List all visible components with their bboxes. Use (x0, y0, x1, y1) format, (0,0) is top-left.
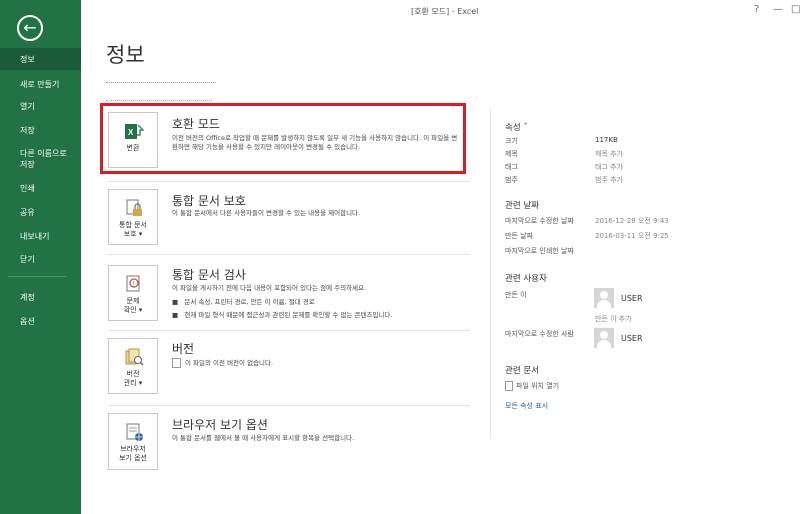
backstage-sidebar: ← 정보 새로 만들기 열기 저장 다른 이름으로 저장 인쇄 공유 내보내기 … (0, 0, 81, 514)
section-divider (108, 181, 470, 182)
add-author-link[interactable]: 만든 이 추가 (595, 314, 632, 324)
open-file-location-text: 파일 위치 열기 (516, 382, 560, 390)
avatar (594, 328, 614, 348)
versions-icon (125, 348, 144, 366)
nav-close[interactable]: 닫기 (0, 254, 81, 265)
nav-info[interactable]: 정보 (0, 48, 81, 70)
section-divider (108, 330, 470, 331)
nav-options[interactable]: 옵션 (0, 316, 81, 327)
protect-workbook-button[interactable]: 통합 문서 보호 ▾ (108, 189, 158, 245)
inspect-bullet: ■ 현재 파일 형식 때문에 접근성과 관련된 문제를 확인할 수 없는 콘텐츠… (172, 311, 393, 319)
modified-date-value: 2016-12-28 오전 9:43 (595, 217, 669, 225)
title-bar: [호환 모드] - Excel ? — □ (81, 0, 800, 22)
modified-by-name[interactable]: USER (621, 334, 643, 343)
window-title: [호환 모드] - Excel (411, 7, 479, 16)
section-title-versions: 버전 (172, 342, 195, 356)
inspect-bullet-text: 문서 속성, 프린터 경로, 만든 이 이름, 절대 경로 (184, 298, 315, 306)
related-dates-heading: 관련 날짜 (505, 201, 539, 211)
browser-view-icon (126, 423, 143, 441)
nav-save-as[interactable]: 다른 이름으로 저장 (0, 148, 81, 170)
nav-share[interactable]: 공유 (0, 207, 81, 218)
nav-print[interactable]: 인쇄 (0, 183, 81, 194)
author-name[interactable]: USER (621, 294, 643, 303)
created-date-value: 2016-03-11 오전 9:25 (595, 232, 669, 240)
date-label: 마지막으로 수정한 날짜 (505, 217, 574, 225)
prop-label: 크기 (505, 137, 518, 145)
help-icon[interactable]: ? (754, 4, 759, 15)
restore-icon[interactable]: □ (791, 4, 800, 15)
back-arrow-icon[interactable]: ← (17, 15, 43, 41)
browser-view-options-button[interactable]: 브라우저 보기 옵션 (108, 413, 158, 470)
nav-account[interactable]: 계정 (0, 292, 81, 303)
section-desc-inspect: 이 파일을 게시하기 전에 다음 내용이 포함되어 있다는 점에 주의하세요. (172, 284, 367, 292)
column-divider (490, 108, 491, 438)
section-divider (108, 254, 470, 255)
highlight-box (100, 103, 466, 174)
check-issues-label: 문제 확인 ▾ (123, 297, 143, 314)
protect-workbook-label: 통합 문서 보호 ▾ (119, 221, 147, 238)
nav-open[interactable]: 열기 (0, 101, 81, 112)
related-docs-heading: 관련 문서 (505, 366, 539, 376)
page-title: 정보 (106, 43, 145, 67)
avatar (594, 288, 614, 308)
section-title-protect: 통합 문서 보호 (172, 194, 246, 208)
date-label: 만든 날짜 (505, 232, 533, 240)
section-title-browser: 브라우저 보기 옵션 (172, 418, 268, 432)
prop-size-value: 117KB (595, 136, 618, 144)
nav-export[interactable]: 내보내기 (0, 231, 81, 242)
prop-tags-input[interactable]: 태그 추가 (595, 162, 623, 172)
nav-new[interactable]: 새로 만들기 (0, 79, 81, 90)
properties-heading[interactable]: 속성 ˇ (505, 121, 528, 133)
prop-label: 태그 (505, 163, 518, 171)
minimize-icon[interactable]: — (773, 4, 783, 15)
open-file-location-link[interactable]: 파일 위치 열기 (505, 381, 559, 391)
clipped-heading (106, 77, 216, 83)
document-icon (172, 358, 181, 368)
manage-versions-label: 버전 관리 ▾ (123, 370, 143, 387)
prop-label: 제목 (505, 150, 518, 158)
file-icon (505, 381, 513, 391)
browser-view-options-label: 브라우저 보기 옵션 (119, 445, 147, 462)
check-issues-button[interactable]: ! 문제 확인 ▾ (108, 265, 158, 321)
manage-versions-button[interactable]: 버전 관리 ▾ (108, 338, 158, 394)
author-label: 만든 이 (505, 291, 527, 299)
modified-by-label: 마지막으로 수정한 사람 (505, 330, 574, 338)
versions-desc-text: 이 파일의 이전 버전이 없습니다. (185, 359, 274, 367)
related-people-heading: 관련 사용자 (505, 274, 547, 284)
section-divider (108, 405, 470, 406)
inspect-bullet-text: 현재 파일 형식 때문에 접근성과 관련된 문제를 확인할 수 없는 콘텐츠입니… (184, 311, 393, 319)
prop-title-input[interactable]: 제목 추가 (595, 149, 623, 159)
clipped-subheading (106, 96, 212, 101)
section-desc-protect: 이 통합 문서에서 다른 사용자들이 변경할 수 있는 내용을 제어합니다. (172, 209, 361, 217)
nav-save[interactable]: 저장 (0, 125, 81, 136)
inspect-bullet: ■ 문서 속성, 프린터 경로, 만든 이 이름, 절대 경로 (172, 298, 315, 306)
section-desc-browser: 이 통합 문서를 웹에서 볼 때 사용자에게 표시할 항목을 선택합니다. (172, 434, 355, 442)
inspect-document-icon: ! (126, 275, 140, 292)
show-all-properties-link[interactable]: 모든 속성 표시 (505, 401, 548, 411)
lock-document-icon (126, 199, 142, 216)
section-title-inspect: 통합 문서 검사 (172, 268, 246, 282)
date-label: 마지막으로 인쇄한 날짜 (505, 247, 574, 255)
prop-label: 범주 (505, 176, 518, 184)
section-desc-versions: 이 파일의 이전 버전이 없습니다. (172, 358, 462, 368)
prop-category-input[interactable]: 범주 추가 (595, 175, 623, 185)
sidebar-divider (8, 276, 66, 277)
